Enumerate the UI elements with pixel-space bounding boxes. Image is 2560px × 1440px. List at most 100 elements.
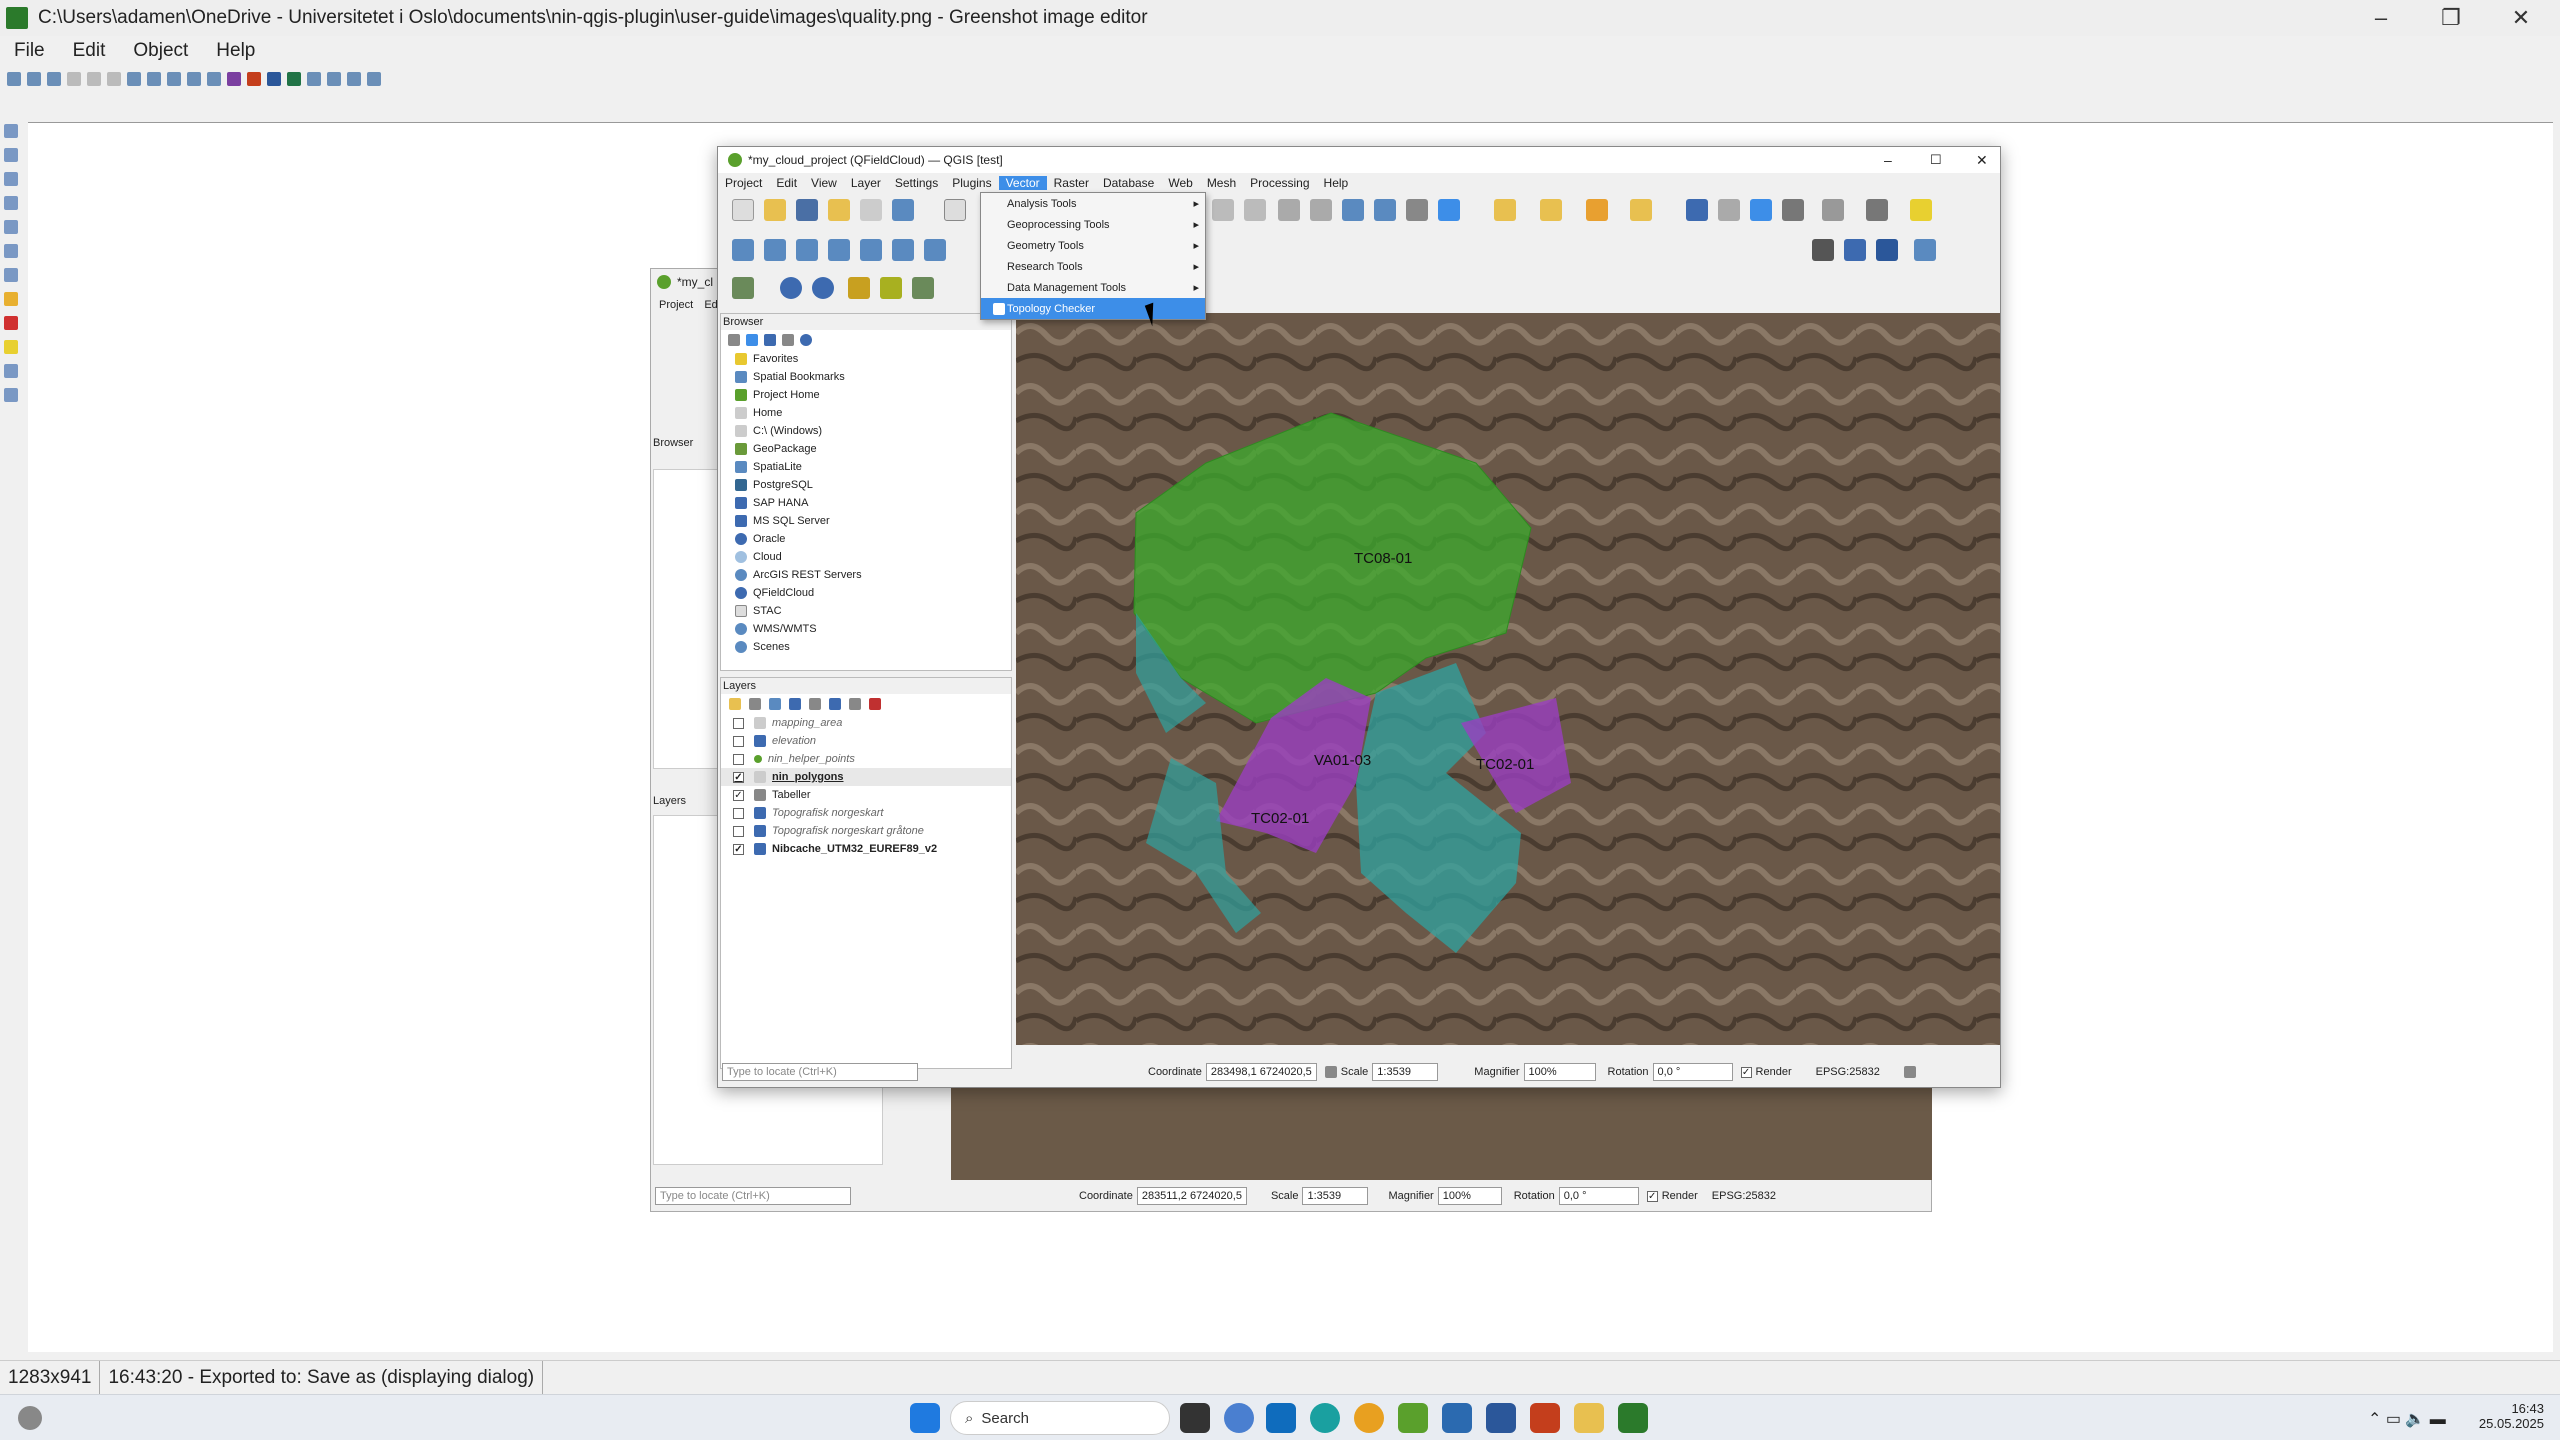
layer-row[interactable]: ✓ Nibcache_UTM32_EUREF89_v2 bbox=[721, 840, 1011, 858]
browser-item[interactable]: Scenes bbox=[721, 638, 1011, 656]
browser-item[interactable]: WMS/WMTS bbox=[721, 620, 1011, 638]
qgis-menu-plugins[interactable]: Plugins bbox=[945, 176, 998, 190]
filter-expression-icon[interactable] bbox=[809, 698, 821, 710]
layer-checkbox[interactable] bbox=[733, 807, 744, 819]
browser-item[interactable]: Favorites bbox=[721, 350, 1011, 368]
collapse-all-icon[interactable] bbox=[849, 698, 861, 710]
start-icon[interactable] bbox=[910, 1403, 940, 1433]
file-explorer-icon[interactable] bbox=[1574, 1403, 1604, 1433]
measure-icon[interactable] bbox=[1866, 199, 1888, 221]
move-selection-icon[interactable] bbox=[1630, 199, 1652, 221]
browser-item[interactable]: Home bbox=[721, 404, 1011, 422]
resize-icon[interactable] bbox=[307, 72, 321, 86]
qgis-menu-mesh[interactable]: Mesh bbox=[1200, 176, 1243, 190]
coordinate-field[interactable]: 283498,1 6724020,5 bbox=[1205, 1063, 1317, 1081]
qgis-menu-database[interactable]: Database bbox=[1096, 176, 1161, 190]
browser-item[interactable]: Cloud bbox=[721, 548, 1011, 566]
bg-rotation-field[interactable]: 0,0 ° bbox=[1558, 1187, 1639, 1205]
vertex-tool-icon[interactable] bbox=[892, 239, 914, 261]
messages-icon[interactable] bbox=[1903, 1066, 1916, 1078]
layer-row[interactable]: nin_helper_points bbox=[721, 750, 1011, 768]
zoom-in-icon[interactable] bbox=[1212, 199, 1234, 221]
browser-item[interactable]: QFieldCloud bbox=[721, 584, 1011, 602]
clock[interactable]: 16:43 25.05.2025 bbox=[2474, 1401, 2544, 1431]
line-tool-icon[interactable] bbox=[4, 196, 18, 210]
tools-icon[interactable] bbox=[912, 277, 934, 299]
layer-row[interactable]: Topografisk norgeskart bbox=[721, 804, 1011, 822]
zoom-selection-icon[interactable] bbox=[1342, 199, 1364, 221]
temporal-icon[interactable] bbox=[1406, 199, 1428, 221]
add-selected-icon[interactable] bbox=[728, 334, 740, 346]
statistics-icon[interactable] bbox=[1782, 199, 1804, 221]
menu-item-research-tools[interactable]: Research Tools ▸ bbox=[981, 256, 1205, 277]
bg-menu-project[interactable]: Project bbox=[659, 299, 693, 311]
magnifier-field[interactable]: 100% bbox=[1523, 1063, 1596, 1081]
edit-pencil-icon[interactable] bbox=[828, 239, 850, 261]
browser-item[interactable]: Project Home bbox=[721, 386, 1011, 404]
qgis-taskbar-icon[interactable] bbox=[1398, 1403, 1428, 1433]
layer-checkbox[interactable] bbox=[733, 717, 744, 729]
browser-item[interactable]: MS SQL Server bbox=[721, 512, 1011, 530]
processing-toolbox-icon[interactable] bbox=[1750, 199, 1772, 221]
export-onenote-icon[interactable] bbox=[227, 72, 241, 86]
filter-icon[interactable] bbox=[764, 334, 776, 346]
undo-icon[interactable] bbox=[147, 72, 161, 86]
menu-item-geoprocessing-tools[interactable]: Geoprocessing Tools ▸ bbox=[981, 214, 1205, 235]
attribute-table-icon[interactable] bbox=[1822, 199, 1844, 221]
browser-item[interactable]: ArcGIS REST Servers bbox=[721, 566, 1011, 584]
copy-icon[interactable] bbox=[107, 72, 121, 86]
cloud-icon[interactable] bbox=[780, 277, 802, 299]
menu-item-geometry-tools[interactable]: Geometry Tools ▸ bbox=[981, 235, 1205, 256]
browser-item[interactable]: Spatial Bookmarks bbox=[721, 368, 1011, 386]
browser-refresh-icon[interactable] bbox=[746, 334, 758, 346]
close-button[interactable]: ✕ bbox=[2486, 0, 2556, 36]
plugin-globe-icon[interactable] bbox=[1812, 239, 1834, 261]
style-manager-icon[interactable] bbox=[892, 199, 914, 221]
print-icon[interactable] bbox=[47, 72, 61, 86]
bg-magnifier-field[interactable]: 100% bbox=[1437, 1187, 1502, 1205]
scale-field[interactable]: 1:3539 bbox=[1372, 1063, 1439, 1081]
bg-render-checkbox[interactable]: ✓ bbox=[1646, 1190, 1658, 1202]
package-icon[interactable] bbox=[848, 277, 870, 299]
qgis-menu-vector[interactable]: Vector bbox=[998, 176, 1047, 190]
locate-input[interactable]: Type to locate (Ctrl+K) bbox=[722, 1063, 918, 1081]
rectangle-tool-icon[interactable] bbox=[4, 148, 18, 162]
filter-legend-icon[interactable] bbox=[789, 698, 801, 710]
qfield-sync-icon[interactable] bbox=[732, 277, 754, 299]
qgis-menu-view[interactable]: View bbox=[804, 176, 844, 190]
layer-row[interactable]: mapping_area bbox=[721, 714, 1011, 732]
qgis-menu-processing[interactable]: Processing bbox=[1243, 176, 1316, 190]
layer-checkbox[interactable] bbox=[733, 735, 744, 747]
new-layer-icon[interactable] bbox=[764, 239, 786, 261]
help-icon[interactable] bbox=[1876, 239, 1898, 261]
rotation-field[interactable]: 0,0 ° bbox=[1652, 1063, 1733, 1081]
crop-tool-icon[interactable] bbox=[4, 388, 18, 402]
menu-object[interactable]: Object bbox=[119, 40, 202, 62]
browser-item[interactable]: GeoPackage bbox=[721, 440, 1011, 458]
browser-item[interactable]: SAP HANA bbox=[721, 494, 1011, 512]
app-icon[interactable] bbox=[1442, 1403, 1472, 1433]
freehand-tool-icon[interactable] bbox=[4, 244, 18, 258]
add-feature-icon[interactable] bbox=[860, 239, 882, 261]
save-icon[interactable] bbox=[7, 72, 21, 86]
qgis-minimize-button[interactable]: – bbox=[1884, 152, 1892, 168]
menu-item-data-management-tools[interactable]: Data Management Tools ▸ bbox=[981, 277, 1205, 298]
browser-item[interactable]: SpatiaLite bbox=[721, 458, 1011, 476]
field-calculator-icon[interactable] bbox=[1718, 199, 1740, 221]
qgis-menu-raster[interactable]: Raster bbox=[1047, 176, 1096, 190]
layer-row[interactable]: ✓ Tabeller bbox=[721, 786, 1011, 804]
menu-item-analysis-tools[interactable]: Analysis Tools ▸ bbox=[981, 193, 1205, 214]
menu-help[interactable]: Help bbox=[202, 40, 269, 62]
bg-scale-field[interactable]: 1:3539 bbox=[1302, 1187, 1369, 1205]
bg-locate-input[interactable]: Type to locate (Ctrl+K) bbox=[655, 1187, 851, 1205]
vector-icon[interactable] bbox=[796, 239, 818, 261]
menu-file[interactable]: File bbox=[0, 40, 59, 62]
qgis-menu-layer[interactable]: Layer bbox=[844, 176, 888, 190]
delete-icon[interactable] bbox=[67, 72, 81, 86]
lock-icon[interactable] bbox=[1456, 1066, 1468, 1078]
add-group-icon[interactable] bbox=[749, 698, 761, 710]
style-icon[interactable] bbox=[729, 698, 741, 710]
browser-item[interactable]: PostgreSQL bbox=[721, 476, 1011, 494]
toggle-extents-icon[interactable] bbox=[1324, 1066, 1337, 1078]
ellipse-tool-icon[interactable] bbox=[4, 172, 18, 186]
